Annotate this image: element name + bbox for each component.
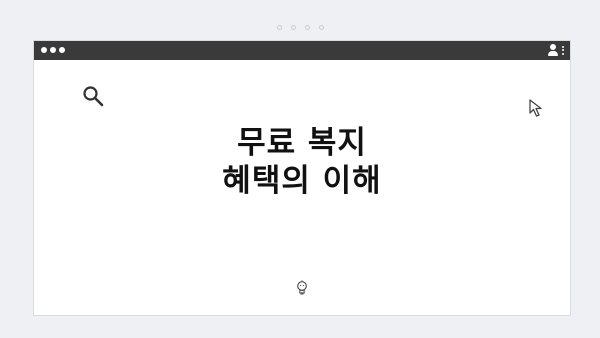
search-icon [83,86,104,107]
user-icon[interactable] [548,44,558,56]
carousel-indicator [0,25,600,30]
carousel-dot[interactable] [318,25,324,30]
carousel-dot[interactable] [290,25,296,30]
page-title-line-2: 혜택의 이해 [222,163,382,199]
window-dot-minimize[interactable] [50,47,56,53]
titlebar-actions [548,44,564,56]
kebab-menu-icon[interactable] [562,45,564,55]
window-controls [41,47,65,53]
window-dot-maximize[interactable] [59,47,65,53]
carousel-dot[interactable] [304,25,310,30]
carousel-dot[interactable] [276,25,282,30]
window-titlebar [34,41,570,60]
browser-window: 무료 복지 혜택의 이해 [33,40,571,316]
cursor-icon [529,99,542,117]
page-title: 무료 복지 혜택의 이해 [34,124,570,200]
window-dot-close[interactable] [41,47,47,53]
lightbulb-icon [297,280,307,295]
page-title-line-1: 무료 복지 [237,125,367,161]
